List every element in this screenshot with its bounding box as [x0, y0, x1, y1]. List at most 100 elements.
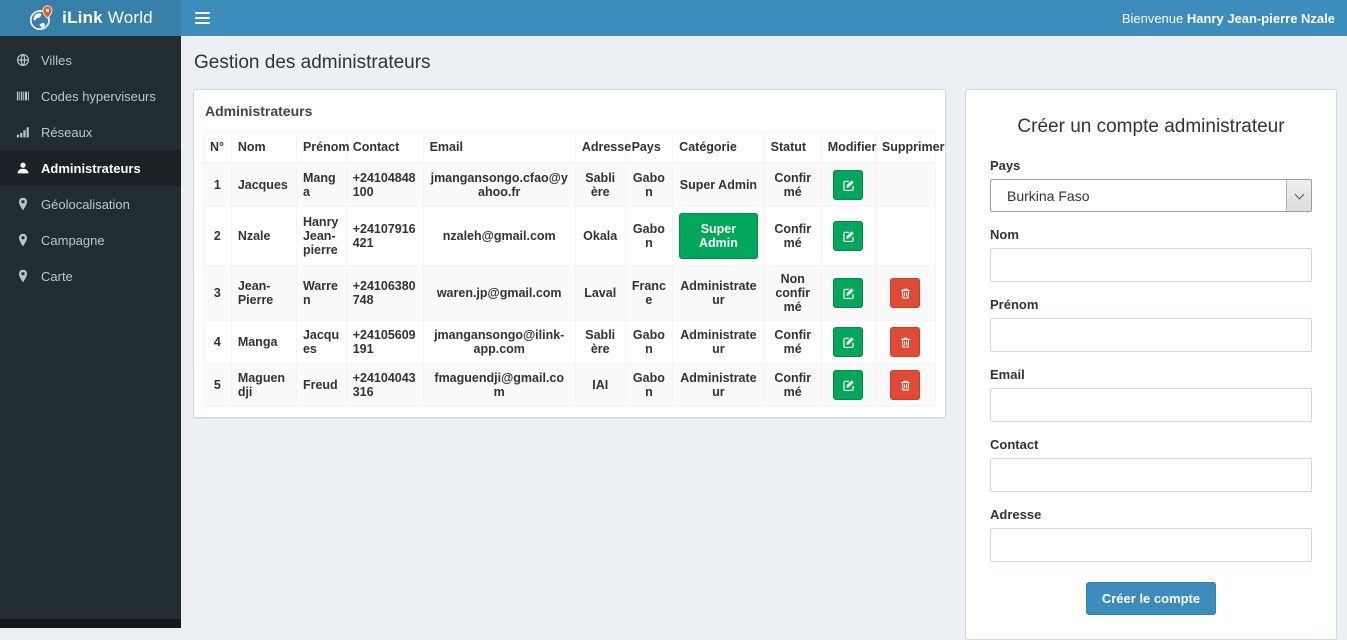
cell-supprimer	[874, 320, 937, 364]
edit-admin-button[interactable]	[833, 170, 864, 200]
delete-admin-button[interactable]	[890, 278, 921, 308]
cell-categorie: Administrateur	[672, 363, 765, 407]
sidebar-item-administrateurs[interactable]: Administrateurs	[0, 150, 181, 186]
edit-admin-button[interactable]	[833, 327, 864, 357]
column-header-6: Pays	[624, 131, 674, 164]
cell: +24104848100	[345, 162, 424, 207]
cell: 1	[203, 162, 232, 207]
adresse-label: Adresse	[990, 507, 1042, 522]
column-header-2: Prénom	[295, 131, 350, 164]
cell-supprimer	[874, 265, 937, 321]
globe-pin-logo-icon	[28, 4, 55, 32]
sidebar-item-codes-hyperviseurs[interactable]: Codes hyperviseurs	[0, 78, 181, 114]
cell: Gabon	[624, 162, 674, 207]
super-admin-badge[interactable]: Super Admin	[679, 213, 758, 259]
nom-field[interactable]	[990, 248, 1312, 282]
cell: 3	[203, 265, 232, 321]
cell-categorie: Administrateur	[672, 265, 765, 321]
administrators-table: N° Nom Prénom Contact Email Adresse Pays Catégo…	[203, 131, 944, 407]
form-fields: Pays Burkina Faso Nom Prénom Email Contact Adr…	[990, 158, 1312, 562]
pays-select[interactable]: Burkina Faso	[990, 179, 1312, 212]
cell-supprimer	[874, 363, 937, 407]
contact-field[interactable]	[990, 458, 1312, 492]
form-field-email: Email	[990, 367, 1312, 422]
column-header-1: Nom	[230, 131, 297, 164]
cell-modifier	[820, 265, 876, 321]
edit-admin-button[interactable]	[833, 278, 864, 308]
map-marker-icon	[15, 232, 31, 248]
sidebar-item-geolocalisation[interactable]: Géolocalisation	[0, 186, 181, 222]
cell: Gabon	[624, 206, 674, 266]
column-header-9: Modifier	[820, 131, 876, 164]
cell-modifier	[820, 363, 876, 407]
cell: France	[624, 265, 674, 321]
cell: 4	[203, 320, 232, 364]
form-field-contact: Contact	[990, 437, 1312, 492]
adresse-field[interactable]	[990, 528, 1312, 562]
email-field[interactable]	[990, 388, 1312, 422]
cell-statut: Confirmé	[763, 162, 822, 207]
cell: Laval	[574, 265, 626, 321]
sidebar-item-reseaux[interactable]: Réseaux	[0, 114, 181, 150]
cell: Nzale	[230, 206, 297, 266]
sidebar-item-carte[interactable]: Carte	[0, 258, 181, 294]
form-field-prenom: Prénom	[990, 297, 1312, 352]
map-marker-icon	[15, 196, 31, 212]
globe-icon	[15, 52, 31, 68]
cell: Manga	[295, 162, 347, 207]
column-header-4: Email	[422, 131, 576, 164]
sidebar-item-label: Villes	[41, 52, 72, 68]
cell: +24105609191	[345, 320, 424, 364]
app-logo[interactable]: iLink World	[0, 0, 181, 36]
page-title: Gestion des administrateurs	[194, 52, 431, 73]
create-account-button[interactable]: Créer le compte	[1085, 582, 1217, 615]
cell-statut: Non confirmé	[763, 265, 822, 321]
cell: Gabon	[624, 363, 674, 407]
cell-supprimer	[874, 162, 937, 207]
navbar: Bienvenue Hanry Jean-pierre Nzale	[181, 0, 1347, 36]
cell: Hanry Jean-pierre	[295, 206, 347, 266]
prenom-field[interactable]	[990, 318, 1312, 352]
column-header-5: Adresse	[574, 131, 631, 164]
cell: Freud	[295, 363, 347, 407]
column-header-3: Contact	[345, 131, 424, 164]
prenom-label: Prénom	[990, 297, 1039, 312]
cell: Okala	[574, 206, 626, 266]
sidebar-menu: Villes Codes hyperviseurs Réseaux Administr…	[0, 36, 181, 294]
cell-statut: Confirmé	[763, 320, 822, 364]
create-admin-panel: Créer un compte administrateur Pays Burki…	[965, 89, 1337, 640]
edit-admin-button[interactable]	[833, 221, 864, 251]
sidebar-item-label: Campagne	[41, 232, 105, 248]
column-header-10: Supprimer	[874, 131, 944, 164]
brand-text: iLink World	[62, 8, 153, 27]
cell: +24106380748	[345, 265, 424, 321]
edit-admin-button[interactable]	[833, 370, 864, 400]
cell-statut: Confirmé	[763, 363, 822, 407]
sidebar: Villes Codes hyperviseurs Réseaux Administr…	[0, 36, 181, 628]
administrators-panel: Administrateurs N° Nom Prénom Contact Email A…	[193, 89, 946, 418]
sidebar-toggle-icon[interactable]	[193, 8, 212, 28]
main-content: Gestion des administrateurs Administrate…	[181, 36, 1347, 640]
create-admin-form: Pays Burkina Faso Nom Prénom Email Contact Adr…	[990, 158, 1312, 615]
sidebar-item-villes[interactable]: Villes	[0, 42, 181, 78]
sidebar-item-label: Codes hyperviseurs	[41, 88, 156, 104]
cell: Jacques	[230, 162, 297, 207]
administrators-panel-title: Administrateurs	[205, 103, 313, 119]
cell-statut: Confirmé	[763, 206, 822, 266]
email-label: Email	[990, 367, 1025, 382]
cell: Jacques	[295, 320, 347, 364]
sidebar-footer	[0, 619, 181, 628]
cell: 5	[203, 363, 232, 407]
delete-admin-button[interactable]	[890, 370, 921, 400]
sidebar-item-campagne[interactable]: Campagne	[0, 222, 181, 258]
cell: +24107916421	[345, 206, 424, 266]
column-header-7: Catégorie	[672, 131, 765, 164]
cell: Jean-Pierre	[230, 265, 297, 321]
delete-admin-button[interactable]	[890, 327, 921, 357]
contact-label: Contact	[990, 437, 1039, 452]
form-field-nom: Nom	[990, 227, 1312, 282]
cell-categorie: Administrateur	[672, 320, 765, 364]
cell: +24104043316	[345, 363, 424, 407]
cell: fmaguendji@gmail.com	[422, 363, 576, 407]
welcome-text: Bienvenue Hanry Jean-pierre Nzale	[1121, 10, 1335, 26]
